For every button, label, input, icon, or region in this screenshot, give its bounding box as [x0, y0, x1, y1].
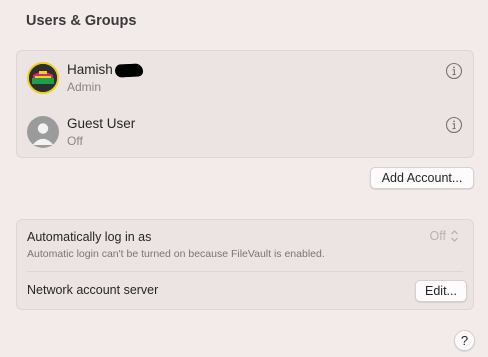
admin-avatar-graphic: [29, 64, 57, 92]
user-role: Off: [67, 134, 83, 148]
guest-silhouette-icon: [32, 123, 54, 145]
user-row-guest[interactable]: Guest User Off: [17, 106, 473, 158]
auto-login-description: Automatic login can't be turned on becau…: [27, 248, 325, 260]
user-role: Admin: [67, 80, 102, 94]
edit-button[interactable]: Edit...: [415, 280, 467, 302]
user-name: Hamish: [67, 62, 113, 77]
page-title: Users & Groups: [26, 13, 137, 29]
user-avatar: [27, 116, 59, 148]
user-name: Guest User: [67, 116, 136, 131]
user-row-admin[interactable]: Hamish Admin: [17, 52, 473, 104]
help-button[interactable]: ?: [454, 330, 475, 351]
up-down-chevron-icon: [451, 230, 458, 242]
auto-login-value: Off: [429, 229, 446, 243]
redacted-mark: [114, 63, 144, 78]
auto-login-label: Automatically log in as: [27, 230, 152, 244]
users-list: Hamish Admin Guest User Off: [16, 50, 474, 158]
user-avatar: [27, 62, 59, 94]
network-account-label: Network account server: [27, 283, 159, 297]
info-icon[interactable]: [445, 116, 463, 134]
login-options-panel: Automatically log in as Automatic login …: [16, 219, 474, 310]
divider: [27, 271, 463, 272]
auto-login-select[interactable]: Off: [430, 229, 459, 243]
add-account-button[interactable]: Add Account...: [370, 167, 474, 189]
info-icon[interactable]: [445, 62, 463, 80]
